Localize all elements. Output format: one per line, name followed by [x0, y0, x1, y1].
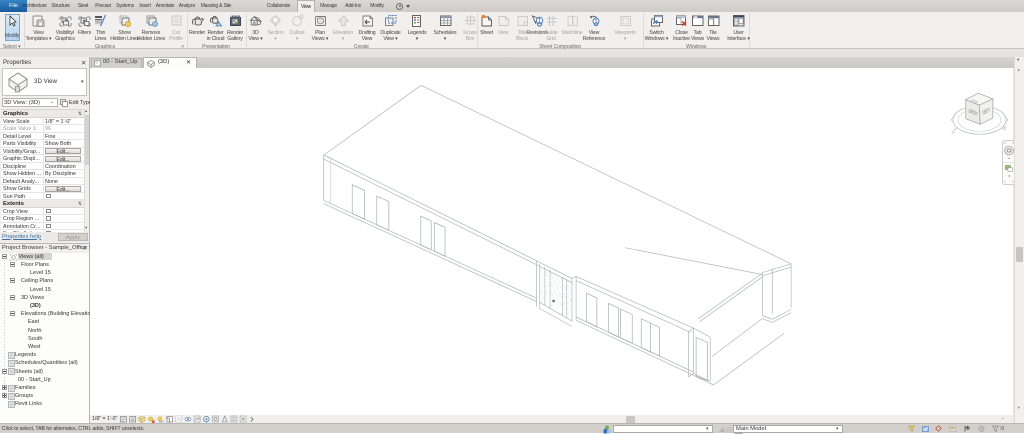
svg-text:1: 1 — [594, 19, 597, 25]
svg-text:S: S — [950, 130, 956, 136]
